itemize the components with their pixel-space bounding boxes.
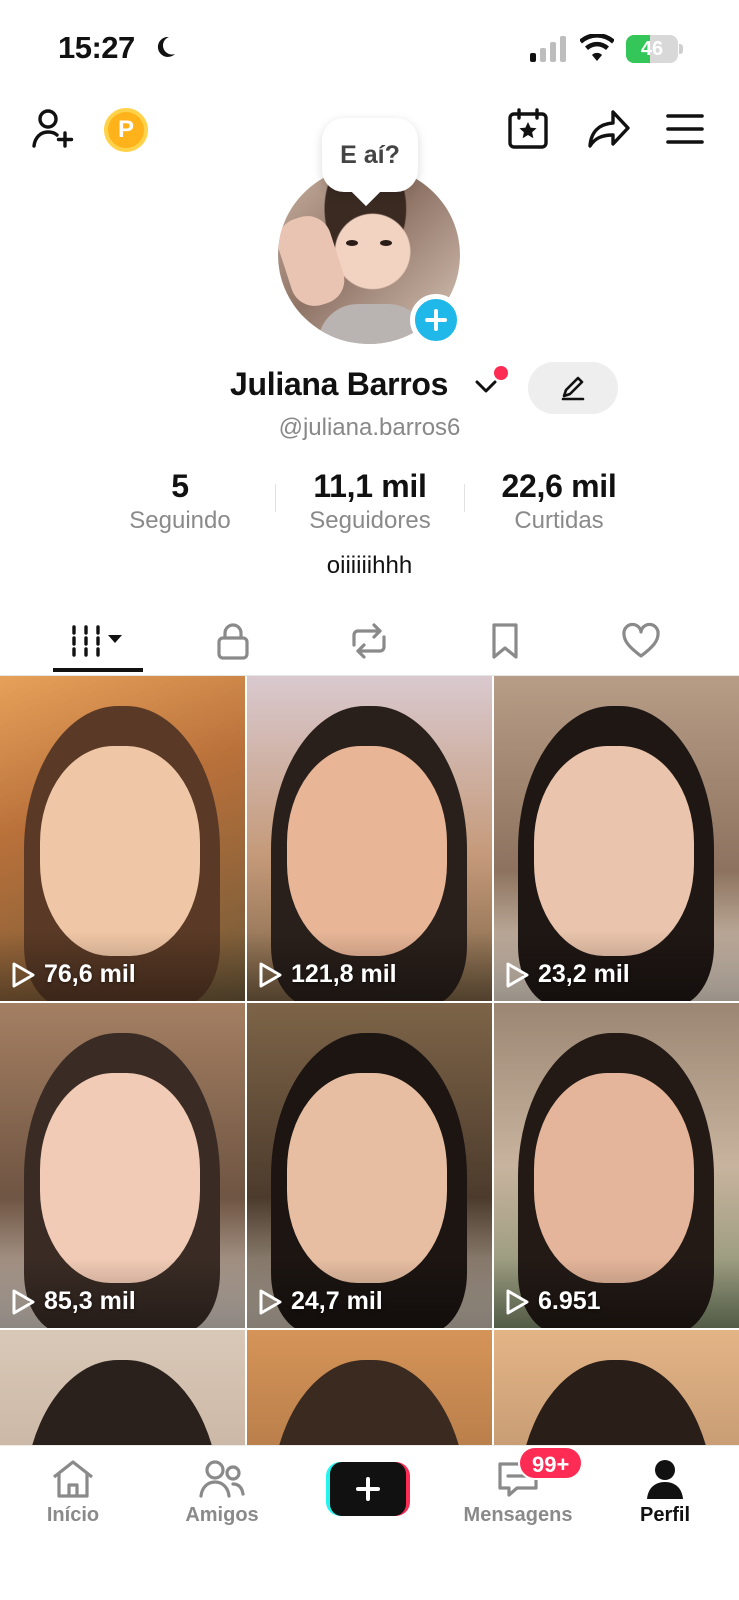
nav-home[interactable]: Início xyxy=(13,1458,133,1527)
stat-following-label: Seguindo xyxy=(129,507,231,534)
stat-followers-label: Seguidores xyxy=(309,507,431,534)
view-count-value: 23,2 mil xyxy=(538,960,630,988)
view-count: 6.951 xyxy=(504,1287,601,1316)
tab-private[interactable] xyxy=(183,606,283,676)
plus-icon xyxy=(356,1477,380,1501)
lock-icon xyxy=(217,623,249,660)
video-thumbnail[interactable]: 76,6 mil xyxy=(0,676,245,1001)
nav-home-label: Início xyxy=(46,1504,100,1526)
wifi-icon xyxy=(580,34,614,61)
video-thumbnail[interactable] xyxy=(0,1330,245,1445)
view-count: 85,3 mil xyxy=(10,1287,136,1316)
view-count: 121,8 mil xyxy=(257,960,397,989)
video-thumbnail[interactable]: 23,2 mil xyxy=(494,676,739,1001)
stat-followers[interactable]: 11,1 mil Seguidores xyxy=(280,468,460,535)
pencil-icon xyxy=(561,376,585,401)
speech-bubble[interactable]: E aí? xyxy=(322,118,418,192)
add-friend-icon[interactable] xyxy=(28,104,78,154)
profile-tabs xyxy=(0,606,739,676)
repost-icon xyxy=(352,623,386,659)
video-thumbnail[interactable]: 121,8 mil xyxy=(247,676,492,1001)
view-count: 24,7 mil xyxy=(257,1287,383,1316)
stat-likes-value: 22,6 mil xyxy=(501,468,617,504)
status-time: 15:27 xyxy=(58,30,135,65)
profile-name-row: Juliana Barros xyxy=(0,360,739,414)
nav-profile[interactable]: Perfil xyxy=(605,1458,725,1527)
calendar-star-icon[interactable] xyxy=(503,104,553,154)
share-icon[interactable] xyxy=(584,104,634,154)
tab-videos[interactable] xyxy=(48,606,148,676)
tab-reposts[interactable] xyxy=(319,606,419,676)
stat-following[interactable]: 5 Seguindo xyxy=(90,468,270,535)
view-count-value: 76,6 mil xyxy=(44,960,136,988)
stat-likes-label: Curtidas xyxy=(514,507,604,534)
battery-level: 46 xyxy=(640,38,664,60)
bookmark-icon xyxy=(492,623,518,659)
chevron-down-icon[interactable] xyxy=(473,376,499,396)
nav-profile-label: Perfil xyxy=(639,1504,691,1526)
stat-likes[interactable]: 22,6 mil Curtidas xyxy=(469,468,649,535)
video-thumbnail[interactable]: 24,7 mil xyxy=(247,1003,492,1328)
stat-following-value: 5 xyxy=(171,468,189,504)
tab-saved[interactable] xyxy=(455,606,555,676)
video-thumbnail[interactable] xyxy=(247,1330,492,1445)
friends-icon xyxy=(199,1460,245,1498)
profile-bio: oiiiiiihhh xyxy=(326,552,413,579)
play-icon xyxy=(12,1289,35,1314)
status-bar: 15:27 46 xyxy=(0,0,739,90)
add-photo-button[interactable] xyxy=(410,294,462,346)
profile-icon xyxy=(647,1460,683,1499)
video-thumbnail[interactable] xyxy=(494,1330,739,1445)
play-icon xyxy=(259,962,282,987)
menu-icon[interactable] xyxy=(660,104,710,154)
play-icon xyxy=(259,1289,282,1314)
play-icon xyxy=(12,962,35,987)
profile-handle: @juliana.barros6 xyxy=(278,414,461,441)
view-count-value: 85,3 mil xyxy=(44,1287,136,1315)
view-count: 76,6 mil xyxy=(10,960,136,989)
stat-divider xyxy=(275,484,276,512)
tab-liked[interactable] xyxy=(591,606,691,676)
view-count-value: 24,7 mil xyxy=(291,1287,383,1315)
video-thumbnail[interactable]: 6.951 xyxy=(494,1003,739,1328)
active-tab-indicator xyxy=(53,668,143,672)
nav-friends-label: Amigos xyxy=(185,1504,259,1526)
battery-indicator: 46 xyxy=(626,35,684,63)
video-thumbnail[interactable]: 85,3 mil xyxy=(0,1003,245,1328)
view-count-value: 6.951 xyxy=(538,1287,601,1315)
messages-badge: 99+ xyxy=(518,1446,584,1480)
stat-divider xyxy=(464,484,465,512)
play-icon xyxy=(506,962,529,987)
view-count: 23,2 mil xyxy=(504,960,630,989)
bottom-nav: Início Amigos Mensagens Perfil xyxy=(0,1445,739,1600)
moon-icon xyxy=(157,36,175,57)
video-grid: 76,6 mil 121,8 mil 23,2 mil 85,3 mil 24,… xyxy=(0,676,739,1445)
create-button[interactable] xyxy=(326,1462,410,1516)
nav-friends[interactable]: Amigos xyxy=(162,1458,282,1527)
home-icon xyxy=(53,1460,93,1498)
videos-icon xyxy=(72,625,122,657)
stat-followers-value: 11,1 mil xyxy=(313,468,427,504)
notification-dot xyxy=(494,366,508,380)
coin-icon[interactable]: P xyxy=(104,108,148,152)
view-count-value: 121,8 mil xyxy=(291,960,397,988)
heart-icon xyxy=(622,622,660,658)
signal-icon xyxy=(530,36,566,62)
play-icon xyxy=(506,1289,529,1314)
nav-messages-label: Mensagens xyxy=(463,1504,573,1526)
profile-name[interactable]: Juliana Barros xyxy=(230,366,448,403)
edit-profile-button[interactable] xyxy=(528,362,618,414)
